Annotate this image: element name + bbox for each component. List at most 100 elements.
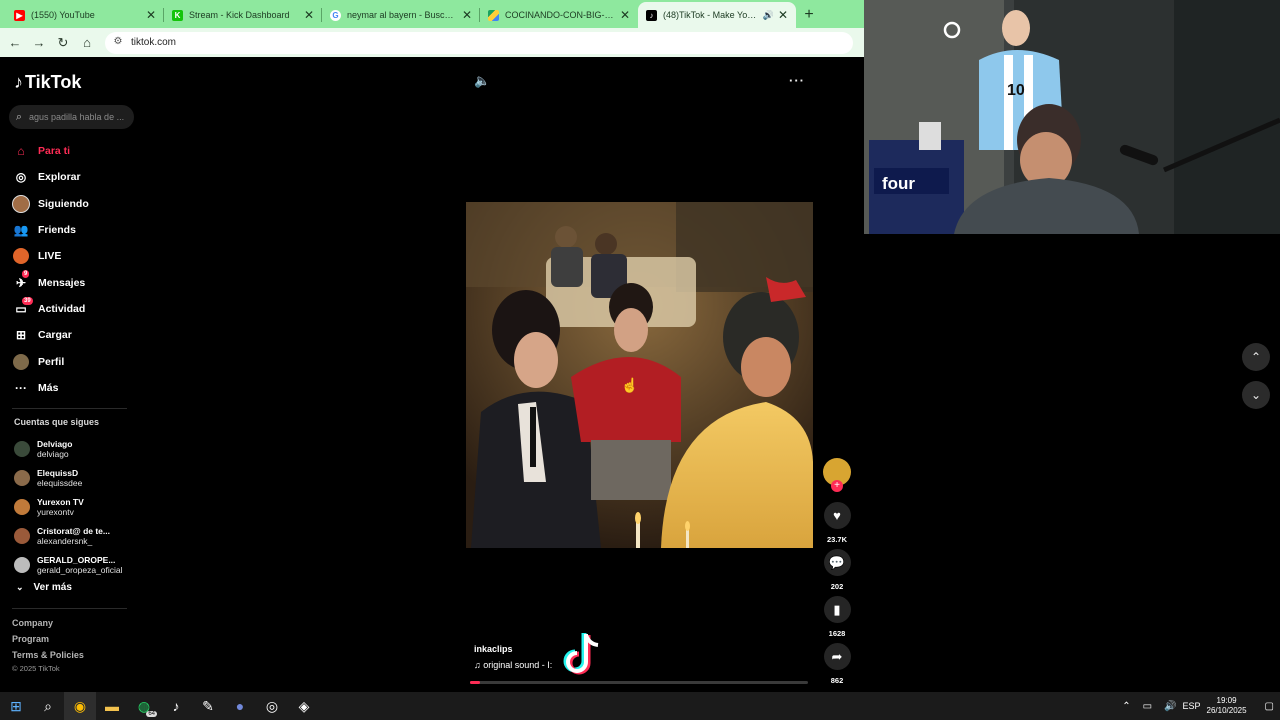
more-options-icon[interactable]: ··· [789,73,805,88]
browser-tab-tiktok[interactable]: ♪ (48)TikTok - Make Your Day 🔊 ✕ [638,2,796,28]
video-username[interactable]: inkaclips [474,644,552,654]
close-icon[interactable]: ✕ [304,8,314,22]
kick-icon: K [172,9,183,21]
close-icon[interactable]: ✕ [778,8,788,22]
volume-icon[interactable]: 🔊 [1164,701,1176,712]
reload-icon[interactable]: ↻ [51,35,75,51]
taskbar-obs[interactable]: ◎ [256,692,288,720]
following-account[interactable]: Cristorat@ de te... alexandersnk_ [14,521,123,550]
following-account[interactable]: Yurexon TV yurexontv [14,492,123,521]
video-sound[interactable]: ♫ original sound - I: [474,660,552,670]
search-taskbar-button[interactable]: ⌕ [32,692,64,720]
previous-video-button[interactable]: ⌃ [1242,343,1270,371]
next-video-button[interactable]: ⌄ [1242,381,1270,409]
following-account[interactable]: GERALD_OROPE... gerald_oropeza_oficial [14,550,123,579]
video-progress-bar[interactable] [470,681,808,684]
footer-link-program[interactable]: Program [12,634,84,650]
whatsapp-badge: 64 [146,711,157,717]
video-frame [466,202,813,548]
start-button[interactable]: ⊞ [0,692,32,720]
nav-item-para-ti[interactable]: ⌂ Para ti [12,138,89,164]
speaker-icon[interactable]: 🔊 [763,10,774,21]
network-icon[interactable]: ▭ [1143,701,1152,712]
video-actions: + ♥ 23.7K 💬 202 ▮ 1628 ➦ 862 [822,458,852,690]
obs-icon: ◎ [265,697,279,714]
taskbar-whatsapp[interactable]: ◍ 64 [128,692,160,720]
save-count: 1628 [828,629,846,638]
avatar [14,498,30,515]
folder-icon: ▬ [105,698,119,714]
following-account[interactable]: Delviago delviago [14,434,123,463]
taskbar-app-2[interactable]: ◈ [288,692,320,720]
follow-plus-icon[interactable]: + [831,480,843,492]
site-info-icon[interactable]: ⚙ [111,36,125,50]
main-nav: ⌂ Para ti ◎ Explorar Siguiendo 👥 Friends… [12,138,89,401]
nav-item-mensajes[interactable]: ✈ 9 Mensajes [12,269,89,295]
upload-icon: ⊞ [15,328,27,343]
forward-icon[interactable]: → [27,35,51,50]
tab-title: (1550) YouTube [31,10,95,20]
notification-icon[interactable]: ▢ [1265,701,1274,712]
comment-button[interactable]: 💬 [823,549,851,576]
mouse-cursor-icon: ☝ [621,377,639,393]
google-icon: G [330,9,341,21]
nav-item-actividad[interactable]: ▭ 39 Actividad [12,296,89,322]
tiktok-logo[interactable]: ♪ TikTok [14,72,81,93]
live-icon [12,248,30,265]
tab-title: Stream - Kick Dashboard [189,10,290,20]
taskbar-tiktok[interactable]: ♪ [160,692,192,720]
chevron-down-icon: ⌄ [1250,388,1262,402]
back-icon[interactable]: ← [3,35,27,50]
home-button-icon[interactable]: ⌂ [75,35,99,50]
save-button[interactable]: ▮ [823,596,851,623]
nav-item-friends[interactable]: 👥 Friends [12,217,89,243]
browser-tab-youtube[interactable]: ▶ (1550) YouTube ✕ [6,2,164,28]
see-more-button[interactable]: ⌄ Ver más [16,582,72,593]
footer-link-company[interactable]: Company [12,618,84,634]
clock[interactable]: 19:09 26/10/2025 [1207,696,1247,716]
taskbar-app[interactable]: ✎ [192,692,224,720]
nav-item-perfil[interactable]: Perfil [12,348,89,374]
language-indicator[interactable]: ESP [1182,701,1200,711]
avatar [14,469,30,486]
nav-item-explorar[interactable]: ◎ Explorar [12,164,89,190]
windows-taskbar: ⊞ ⌕ ◉ ▬ ◍ 64 ♪ ✎ ● ◎ ◈ ⌃ ▭ 🔊 ESP 19:09 26… [0,692,1280,720]
chevron-down-icon: ⌄ [16,582,24,592]
music-note-icon: ♫ [474,660,484,670]
svg-text:10: 10 [1007,82,1025,99]
system-tray: ⌃ ▭ 🔊 ESP 19:09 26/10/2025 ▢ [1116,692,1280,720]
following-account[interactable]: ElequissD elequissdee [14,463,123,492]
tab-title: (48)TikTok - Make Your Day [663,10,760,20]
share-icon: ➦ [831,648,843,664]
video-player[interactable] [466,202,813,548]
creator-avatar[interactable]: + [823,458,851,492]
nav-item-siguiendo[interactable]: Siguiendo [12,191,89,217]
volume-icon[interactable]: 🔈 [474,73,490,89]
browser-tab-kick[interactable]: K Stream - Kick Dashboard ✕ [164,2,322,28]
heart-icon: ♥ [833,508,841,523]
share-button[interactable]: ➦ [823,643,851,670]
taskbar-chrome[interactable]: ◉ [64,692,96,720]
tiktok-icon: ♪ [646,9,657,21]
chevron-up-icon[interactable]: ⌃ [1122,701,1130,712]
nav-item-live[interactable]: LIVE [12,243,89,269]
close-icon[interactable]: ✕ [620,8,630,22]
browser-tab-drive[interactable]: COCINANDO-CON-BIG-NAO.jp ✕ [480,2,638,28]
divider [12,408,127,409]
taskbar-discord[interactable]: ● [224,692,256,720]
close-icon[interactable]: ✕ [462,8,472,22]
app-icon: ◈ [298,697,310,714]
close-icon[interactable]: ✕ [146,8,156,22]
new-tab-button[interactable]: + [796,6,822,24]
bookmark-icon: ▮ [833,601,841,617]
nav-item-mas[interactable]: ··· Más [12,375,89,401]
browser-tab-google[interactable]: G neymar al bayern - Buscar con ✕ [322,2,480,28]
like-button[interactable]: ♥ [823,502,851,529]
search-input[interactable]: ⌕ agus padilla habla de ... [9,105,134,129]
address-bar[interactable]: ⚙ tiktok.com [105,31,853,54]
nav-item-cargar[interactable]: ⊞ Cargar [12,322,89,348]
share-count: 862 [830,676,844,685]
windows-logo-icon: ⊞ [10,697,22,714]
tab-title: neymar al bayern - Buscar con [347,10,458,20]
taskbar-file-explorer[interactable]: ▬ [96,692,128,720]
